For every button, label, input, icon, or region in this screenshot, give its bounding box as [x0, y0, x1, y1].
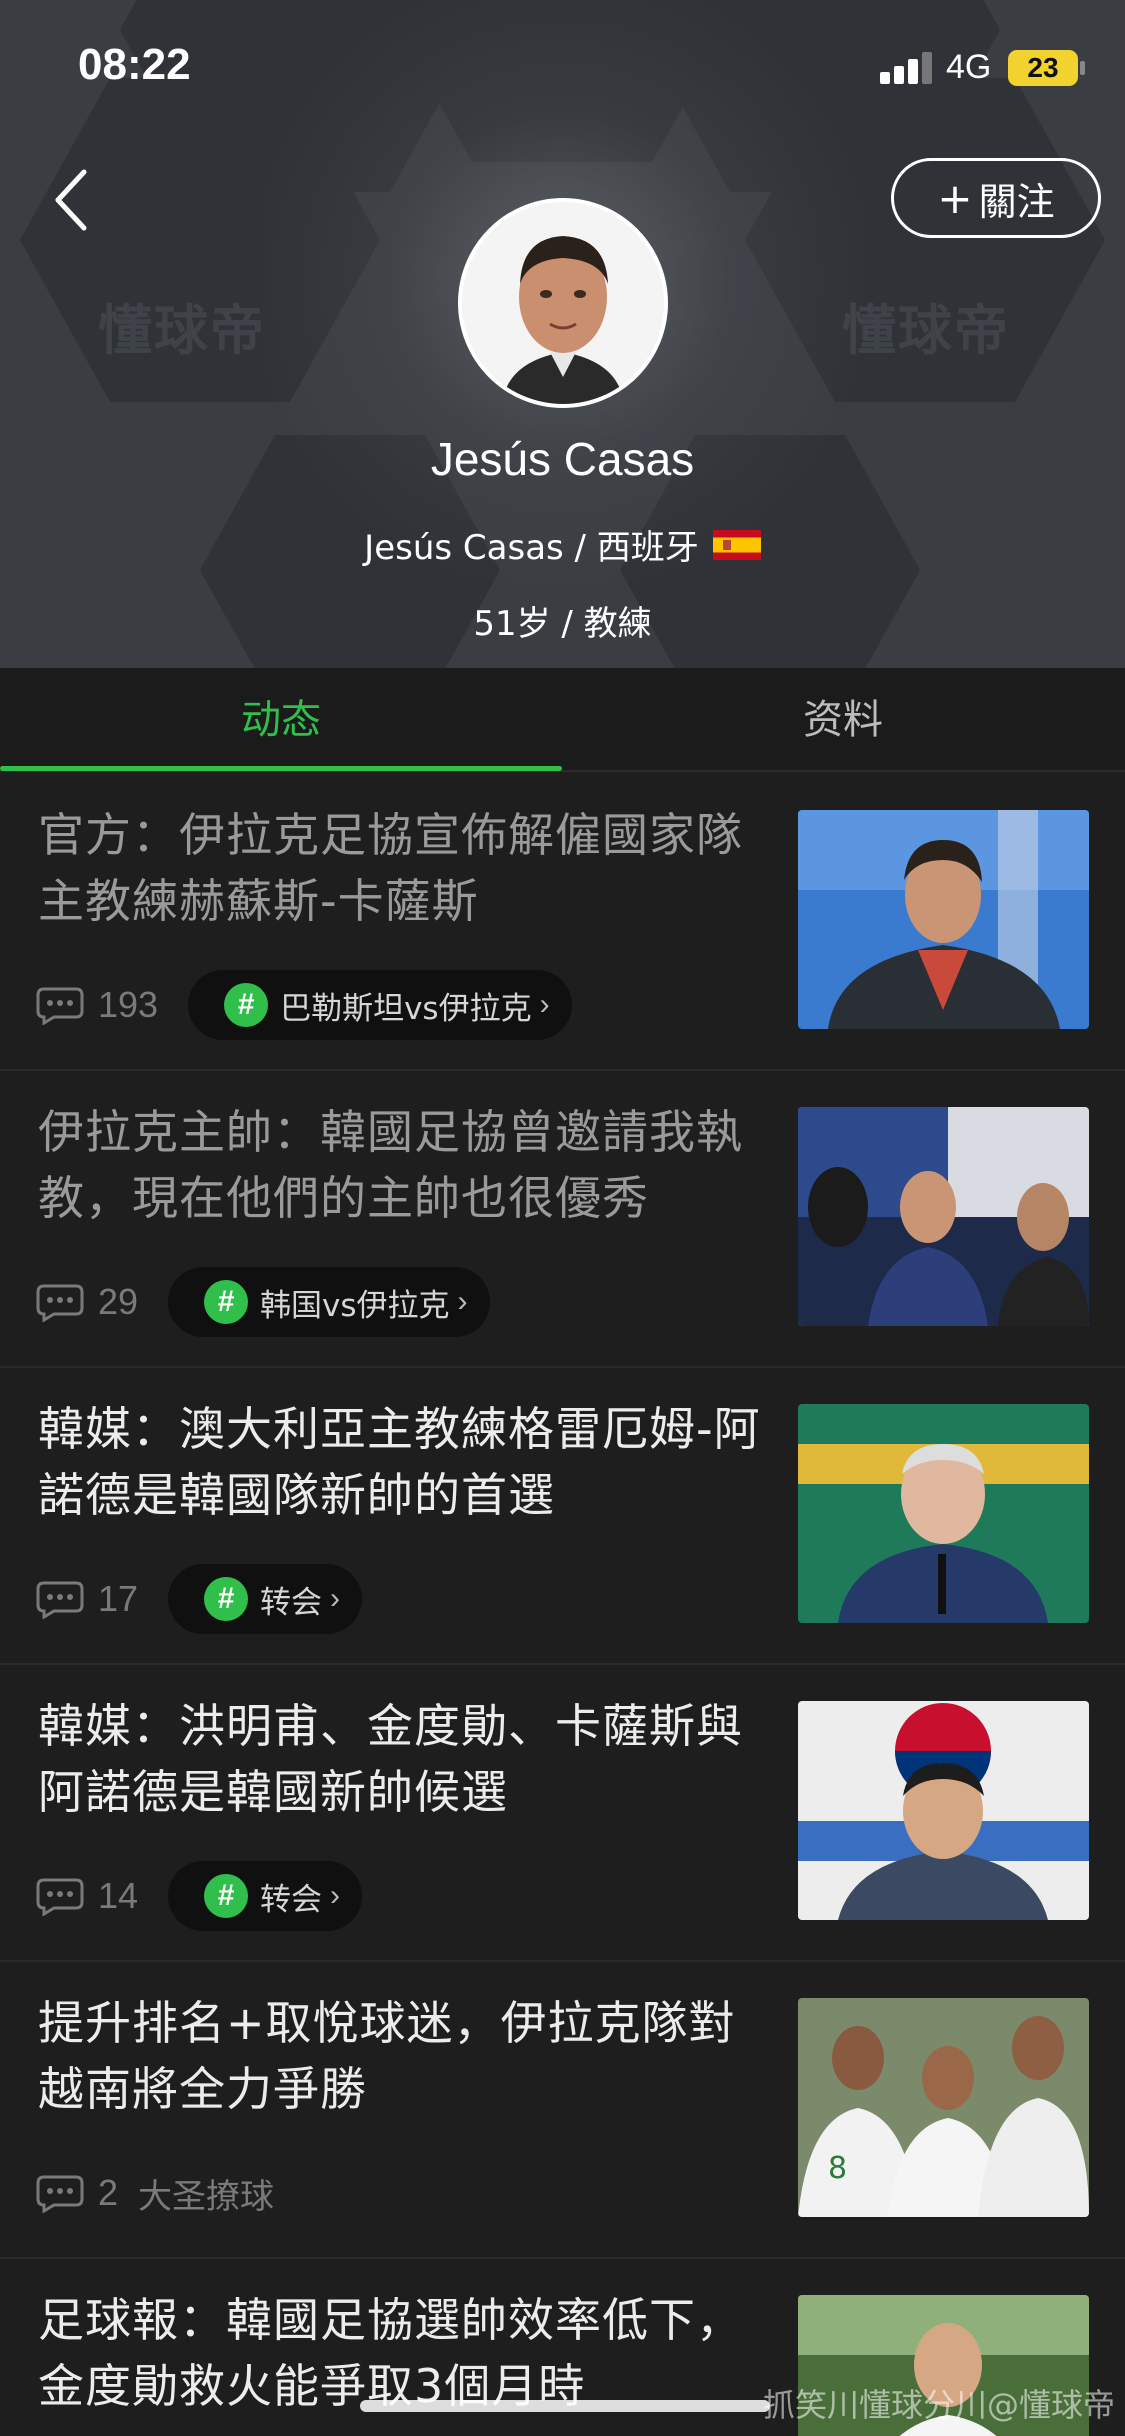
status-bar: 08:22 4G 23: [0, 0, 1125, 140]
news-thumbnail: [798, 1701, 1089, 1920]
hashtag-icon: #: [204, 1577, 249, 1621]
comment-count: 14: [98, 1875, 139, 1916]
active-tab-indicator: [0, 766, 562, 771]
comment-icon: [36, 987, 84, 1025]
comment-icon: [36, 1581, 84, 1619]
logo-watermark-left: 懂球帝: [98, 299, 266, 362]
news-image: [798, 1107, 1089, 1326]
battery-icon: 23: [1008, 50, 1078, 86]
news-image: [798, 1701, 1089, 1920]
coach-portrait-image: [462, 202, 664, 404]
news-item[interactable]: 提升排名+取悅球迷，伊拉克隊對越南將全力爭勝 2 大圣撩球 8: [0, 1962, 1125, 2259]
news-meta: 14 # 转会 ›: [36, 1861, 363, 1931]
topic-tag[interactable]: # 转会 ›: [168, 1861, 363, 1931]
profile-header: 懂球帝 懂球帝 08:22 4G 23 + 關注 Jesús Casas Jes…: [0, 0, 1125, 668]
news-meta: 17 # 转会 ›: [36, 1564, 363, 1634]
battery-cap: [1080, 61, 1085, 75]
network-type: 4G: [946, 48, 992, 86]
logo-watermark-right: 懂球帝: [842, 299, 1010, 362]
home-indicator[interactable]: [360, 2400, 770, 2412]
comment-icon: [36, 2175, 84, 2213]
news-item[interactable]: 伊拉克主帥：韓國足協曾邀請我執教，現在他們的主帥也很優秀 29 # 韩国vs伊拉…: [0, 1071, 1125, 1368]
coach-name-country: Jesús Casas / 西班牙: [364, 528, 699, 568]
chevron-left-icon: [55, 169, 87, 231]
news-thumbnail: 8: [798, 1998, 1089, 2217]
news-thumbnail: [798, 1107, 1089, 1326]
spain-flag-icon: [712, 529, 761, 560]
plus-icon: +: [937, 173, 973, 223]
news-title: 伊拉克主帥：韓國足協曾邀請我執教，現在他們的主帥也很優秀: [38, 1105, 743, 1225]
topic-tag[interactable]: # 巴勒斯坦vs伊拉克 ›: [188, 970, 572, 1040]
news-image: [798, 810, 1089, 1029]
comment-count: 2: [98, 2172, 119, 2213]
news-thumbnail: [798, 1404, 1089, 1623]
hashtag-icon: #: [224, 983, 269, 1027]
coach-nationality: Jesús Casas / 西班牙: [0, 520, 1125, 569]
comment-icon: [36, 1284, 84, 1322]
comment-count: 193: [98, 984, 159, 1025]
tab-profile[interactable]: 资料: [562, 668, 1124, 772]
news-title: 韓媒：洪明甫、金度勛、卡薩斯與阿諾德是韓國新帥候選: [38, 1699, 743, 1819]
news-item[interactable]: 官方：伊拉克足協宣佈解僱國家隊主教練赫蘇斯-卡薩斯 193 # 巴勒斯坦vs伊拉…: [0, 774, 1125, 1071]
chevron-right-icon: ›: [539, 988, 550, 1021]
tag-label: 转会: [260, 1881, 323, 1918]
topic-tag[interactable]: # 韩国vs伊拉克 ›: [168, 1267, 490, 1337]
news-item[interactable]: 韓媒：洪明甫、金度勛、卡薩斯與阿諾德是韓國新帥候選 14 # 转会 ›: [0, 1665, 1125, 1962]
avatar: [458, 198, 668, 408]
tab-feed[interactable]: 动态: [0, 668, 562, 772]
news-meta: 2 大圣撩球: [36, 2158, 274, 2228]
chevron-right-icon: ›: [330, 1582, 341, 1615]
status-time: 08:22: [78, 40, 191, 89]
hashtag-icon: #: [204, 1874, 249, 1918]
svg-text:8: 8: [828, 2151, 847, 2186]
news-title: 韓媒：澳大利亞主教練格雷厄姆-阿諾德是韓國隊新帥的首選: [38, 1402, 761, 1522]
overlay-watermark: 抓笑川懂球分川@懂球帝: [762, 2386, 1115, 2424]
tag-label: 韩国vs伊拉克: [260, 1287, 450, 1324]
news-title: 提升排名+取悅球迷，伊拉克隊對越南將全力爭勝: [38, 1996, 736, 2116]
news-source: 大圣撩球: [138, 2176, 275, 2217]
news-title: 官方：伊拉克足協宣佈解僱國家隊主教練赫蘇斯-卡薩斯: [38, 808, 743, 928]
tab-bar: 动态 资料: [0, 668, 1125, 772]
comment-icon: [36, 1878, 84, 1916]
tag-label: 巴勒斯坦vs伊拉克: [280, 990, 532, 1027]
follow-button[interactable]: + 關注: [891, 158, 1101, 238]
news-meta: 193 # 巴勒斯坦vs伊拉克 ›: [36, 970, 572, 1040]
tag-label: 转会: [260, 1584, 323, 1621]
comment-count: 17: [98, 1578, 139, 1619]
signal-icon: [880, 52, 936, 84]
chevron-right-icon: ›: [330, 1879, 341, 1912]
chevron-right-icon: ›: [457, 1285, 468, 1318]
back-button[interactable]: [46, 164, 106, 236]
news-image: [798, 1404, 1089, 1623]
news-image: 8: [798, 1998, 1089, 2217]
hashtag-icon: #: [204, 1280, 249, 1324]
coach-name: Jesús Casas: [430, 433, 695, 485]
coach-age-role: 51岁 / 教練: [473, 604, 652, 644]
news-meta: 29 # 韩国vs伊拉克 ›: [36, 1267, 490, 1337]
news-item[interactable]: 韓媒：澳大利亞主教練格雷厄姆-阿諾德是韓國隊新帥的首選 17 # 转会 ›: [0, 1368, 1125, 1665]
follow-label: 關注: [978, 179, 1055, 224]
news-thumbnail: [798, 810, 1089, 1029]
topic-tag[interactable]: # 转会 ›: [168, 1564, 363, 1634]
comment-count: 29: [98, 1281, 139, 1322]
